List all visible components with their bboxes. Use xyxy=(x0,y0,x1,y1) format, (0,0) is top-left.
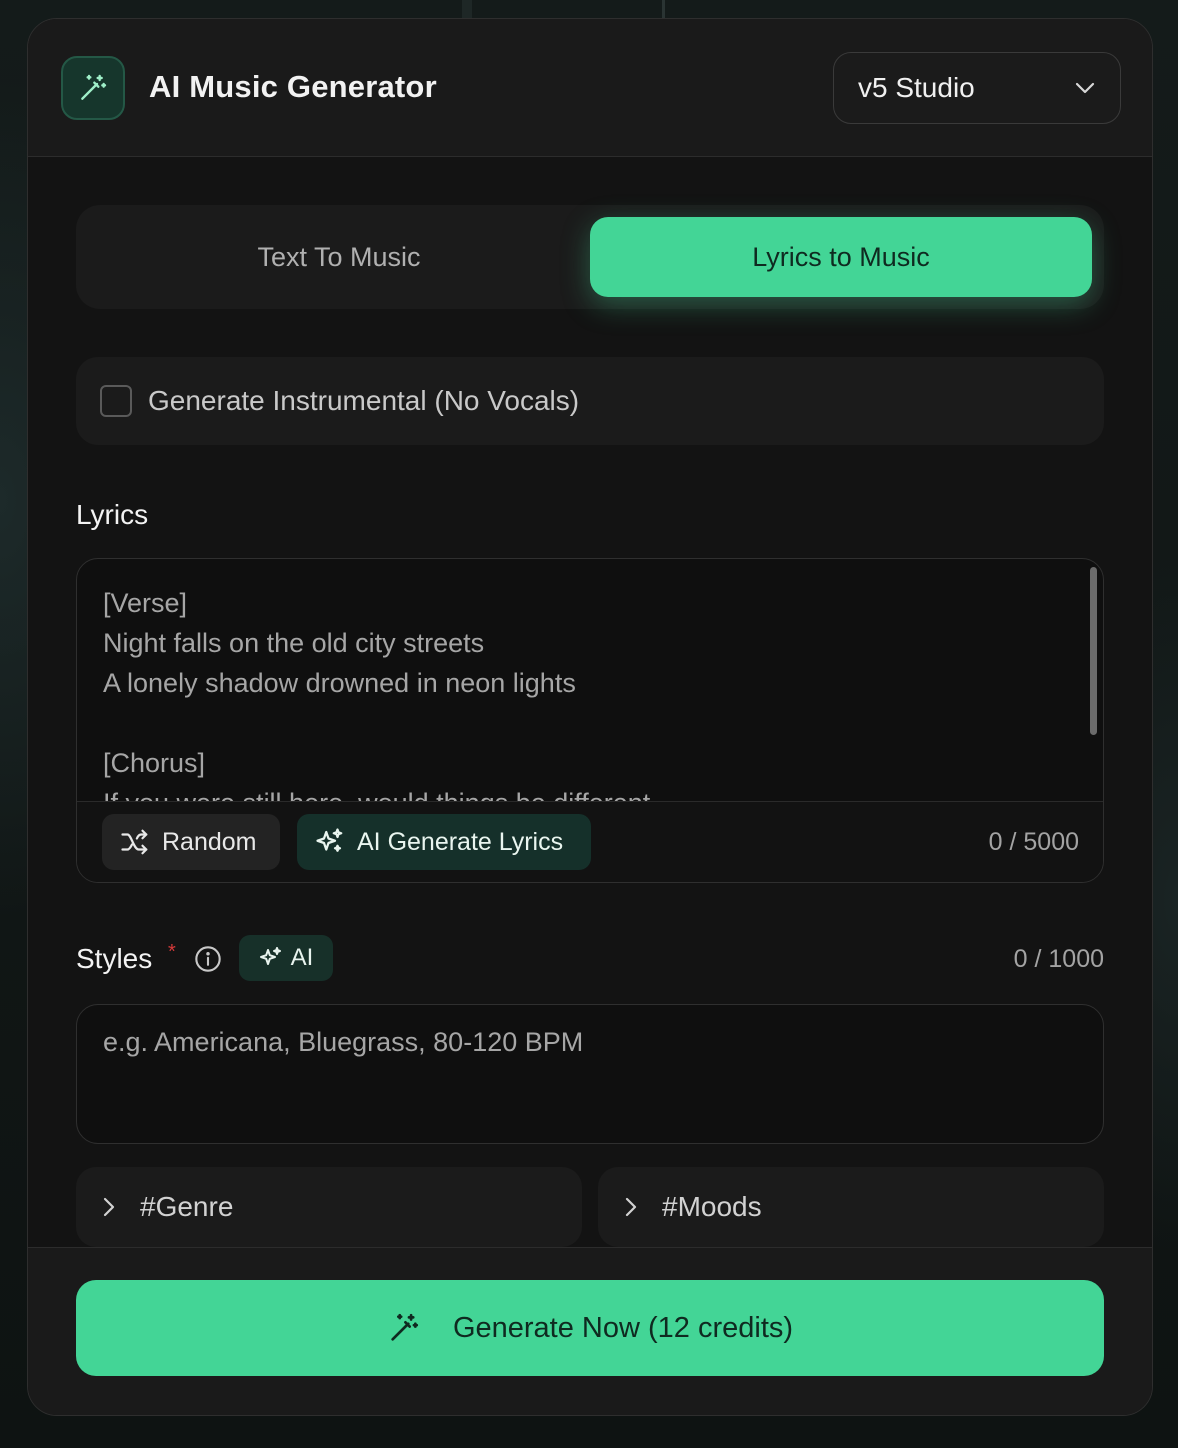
styles-input[interactable]: e.g. Americana, Bluegrass, 80-120 BPM xyxy=(76,1004,1104,1144)
chevron-down-icon xyxy=(1075,82,1095,94)
ai-styles-button[interactable]: AI xyxy=(239,935,333,981)
genre-label: #Genre xyxy=(140,1191,234,1222)
background-decoration xyxy=(662,0,665,18)
required-marker: * xyxy=(168,941,176,963)
panel-footer: Generate Now (12 credits) xyxy=(28,1247,1152,1415)
tab-text-to-music[interactable]: Text To Music xyxy=(88,217,590,297)
mode-tabs: Text To Music Lyrics to Music xyxy=(76,205,1104,309)
magic-wand-icon xyxy=(61,56,125,120)
lyrics-textarea[interactable]: [Verse] Night falls on the old city stre… xyxy=(103,583,1063,801)
panel-header: AI Music Generator v5 Studio xyxy=(28,19,1152,157)
random-button[interactable]: Random xyxy=(102,814,280,870)
sparkles-icon xyxy=(316,828,343,852)
moods-label: #Moods xyxy=(662,1191,762,1222)
generate-now-button[interactable]: Generate Now (12 credits) xyxy=(76,1280,1104,1376)
shuffle-icon xyxy=(121,829,148,855)
lyrics-scrollbar[interactable] xyxy=(1090,567,1097,735)
generate-now-label: Generate Now (12 credits) xyxy=(452,1311,794,1344)
ai-generate-lyrics-button[interactable]: AI Generate Lyrics xyxy=(297,814,591,870)
model-version-select[interactable]: v5 Studio xyxy=(833,52,1121,124)
moods-expander[interactable]: #Moods xyxy=(598,1167,1104,1247)
info-icon[interactable] xyxy=(194,945,222,973)
tab-lyrics-to-music[interactable]: Lyrics to Music xyxy=(590,217,1092,297)
lyrics-toolbar: Random AI Generate Lyrics 0 / 5000 xyxy=(77,801,1103,882)
styles-character-counter: 0 / 1000 xyxy=(1013,945,1104,973)
lyrics-label: Lyrics xyxy=(76,499,149,530)
genre-expander[interactable]: #Genre xyxy=(76,1167,582,1247)
model-version-value: v5 Studio xyxy=(858,72,975,103)
background-decoration xyxy=(462,0,472,18)
ai-chip-label: AI xyxy=(290,944,314,971)
instrumental-toggle[interactable]: Generate Instrumental (No Vocals) xyxy=(76,357,1104,445)
instrumental-label: Generate Instrumental (No Vocals) xyxy=(148,385,580,416)
ai-generate-lyrics-label: AI Generate Lyrics xyxy=(357,827,564,856)
chevron-right-icon xyxy=(103,1197,115,1217)
instrumental-checkbox[interactable] xyxy=(100,385,132,417)
app-title: AI Music Generator xyxy=(149,69,437,104)
chevron-right-icon xyxy=(625,1197,637,1217)
random-button-label: Random xyxy=(162,827,257,856)
styles-label: Styles xyxy=(76,943,153,974)
lyrics-character-counter: 0 / 5000 xyxy=(988,828,1079,856)
sparkles-icon xyxy=(259,947,281,965)
styles-header: Styles * AI 0 / 1000 xyxy=(76,935,1104,983)
generator-panel: AI Music Generator v5 Studio Text To Mus… xyxy=(27,18,1153,1416)
lyrics-editor: [Verse] Night falls on the old city stre… xyxy=(76,558,1104,883)
magic-wand-icon xyxy=(391,1313,419,1341)
